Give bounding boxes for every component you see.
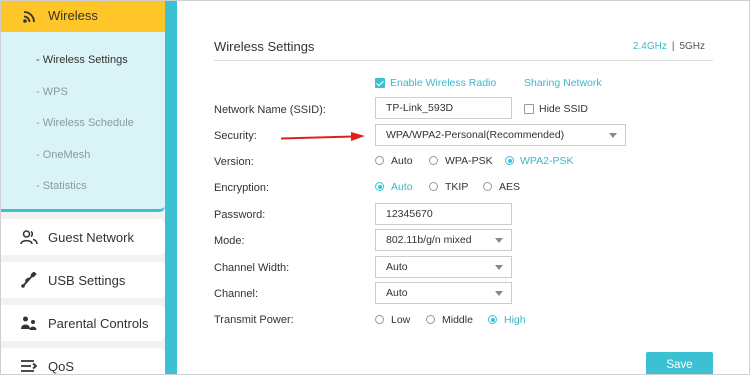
sidebar-item-usb-settings[interactable]: USB Settings bbox=[0, 262, 165, 298]
transmit-power-low-radio[interactable] bbox=[375, 315, 384, 324]
sidebar: Wireless - Wireless Settings - WPS - Wir… bbox=[0, 0, 165, 375]
ssid-input[interactable]: TP-Link_593D bbox=[375, 97, 512, 119]
encryption-auto-label[interactable]: Auto bbox=[391, 181, 413, 193]
qos-icon bbox=[21, 360, 38, 372]
transmit-power-middle-radio[interactable] bbox=[426, 315, 435, 324]
chevron-down-icon bbox=[609, 133, 617, 138]
parental-controls-icon bbox=[21, 316, 37, 330]
sharing-network-link[interactable]: Sharing Network bbox=[524, 77, 602, 89]
sidebar-accent-bar bbox=[165, 0, 177, 375]
submenu-wps[interactable]: - WPS bbox=[36, 86, 68, 98]
page-title: Wireless Settings bbox=[214, 39, 315, 54]
channel-label: Channel: bbox=[214, 288, 259, 300]
transmit-power-high-radio[interactable] bbox=[488, 315, 497, 324]
sidebar-item-qos[interactable]: QoS bbox=[0, 348, 165, 375]
transmit-power-low-label[interactable]: Low bbox=[391, 314, 410, 326]
sidebar-item-parental-controls-label: Parental Controls bbox=[48, 316, 149, 331]
channel-width-label: Channel Width: bbox=[214, 262, 290, 274]
encryption-auto-radio[interactable] bbox=[375, 182, 384, 191]
channel-select[interactable]: Auto bbox=[375, 282, 512, 304]
title-divider bbox=[214, 60, 713, 61]
version-auto-radio[interactable] bbox=[375, 156, 384, 165]
hide-ssid-label[interactable]: Hide SSID bbox=[539, 103, 588, 115]
tab-2-4ghz[interactable]: 2.4GHz bbox=[633, 41, 667, 52]
save-button[interactable]: Save bbox=[646, 352, 713, 375]
sidebar-item-guest-network-label: Guest Network bbox=[48, 230, 134, 245]
band-separator: | bbox=[671, 41, 675, 52]
sidebar-item-wireless[interactable]: Wireless bbox=[0, 0, 165, 32]
security-label: Security: bbox=[214, 130, 257, 142]
sidebar-item-usb-settings-label: USB Settings bbox=[48, 273, 126, 288]
ssid-label: Network Name (SSID): bbox=[214, 104, 326, 116]
sidebar-item-wireless-label: Wireless bbox=[48, 8, 98, 23]
guest-users-icon bbox=[20, 230, 38, 245]
version-wpa-psk-label[interactable]: WPA-PSK bbox=[445, 155, 493, 167]
channel-width-select-value: Auto bbox=[386, 261, 408, 273]
channel-width-select[interactable]: Auto bbox=[375, 256, 512, 278]
encryption-aes-label[interactable]: AES bbox=[499, 181, 520, 193]
band-switcher: 2.4GHz | 5GHz bbox=[633, 41, 705, 52]
submenu-statistics[interactable]: - Statistics bbox=[36, 180, 87, 192]
usb-icon bbox=[21, 272, 37, 288]
version-wpa-psk-radio[interactable] bbox=[429, 156, 438, 165]
chevron-down-icon bbox=[495, 238, 503, 243]
sidebar-item-parental-controls[interactable]: Parental Controls bbox=[0, 305, 165, 341]
hide-ssid-checkbox[interactable] bbox=[524, 104, 534, 114]
annotation-arrow-icon bbox=[281, 132, 365, 141]
password-label: Password: bbox=[214, 209, 266, 221]
password-input[interactable]: 12345670 bbox=[375, 203, 512, 225]
sidebar-item-guest-network[interactable]: Guest Network bbox=[0, 219, 165, 255]
wifi-icon bbox=[23, 11, 35, 23]
main-panel: Wireless Settings 2.4GHz | 5GHz Enable Wir… bbox=[177, 0, 750, 375]
transmit-power-middle-label[interactable]: Middle bbox=[442, 314, 473, 326]
version-auto-label[interactable]: Auto bbox=[391, 155, 413, 167]
transmit-power-label: Transmit Power: bbox=[214, 314, 294, 326]
version-wpa2-psk-label[interactable]: WPA2-PSK bbox=[520, 155, 573, 167]
encryption-aes-radio[interactable] bbox=[483, 182, 492, 191]
version-wpa2-psk-radio[interactable] bbox=[505, 156, 514, 165]
mode-select[interactable]: 802.11b/g/n mixed bbox=[375, 229, 512, 251]
submenu-wireless-settings[interactable]: - Wireless Settings bbox=[36, 54, 128, 66]
sidebar-item-qos-label: QoS bbox=[48, 359, 75, 374]
channel-select-value: Auto bbox=[386, 287, 408, 299]
submenu-wireless-schedule[interactable]: - Wireless Schedule bbox=[36, 117, 134, 129]
encryption-tkip-radio[interactable] bbox=[429, 182, 438, 191]
encryption-label: Encryption: bbox=[214, 182, 270, 194]
enable-wireless-radio-label[interactable]: Enable Wireless Radio bbox=[390, 77, 496, 89]
transmit-power-high-label[interactable]: High bbox=[504, 314, 526, 326]
wireless-menu-group: Wireless - Wireless Settings - WPS - Wir… bbox=[0, 0, 165, 212]
mode-label: Mode: bbox=[214, 235, 245, 247]
version-label: Version: bbox=[214, 156, 254, 168]
security-select-value: WPA/WPA2-Personal(Recommended) bbox=[386, 129, 565, 141]
security-select[interactable]: WPA/WPA2-Personal(Recommended) bbox=[375, 124, 626, 146]
tab-5ghz[interactable]: 5GHz bbox=[679, 41, 705, 52]
submenu-onemesh[interactable]: - OneMesh bbox=[36, 149, 90, 161]
chevron-down-icon bbox=[495, 291, 503, 296]
encryption-tkip-label[interactable]: TKIP bbox=[445, 181, 468, 193]
chevron-down-icon bbox=[495, 265, 503, 270]
mode-select-value: 802.11b/g/n mixed bbox=[386, 234, 472, 246]
enable-wireless-radio-checkbox[interactable] bbox=[375, 78, 385, 88]
